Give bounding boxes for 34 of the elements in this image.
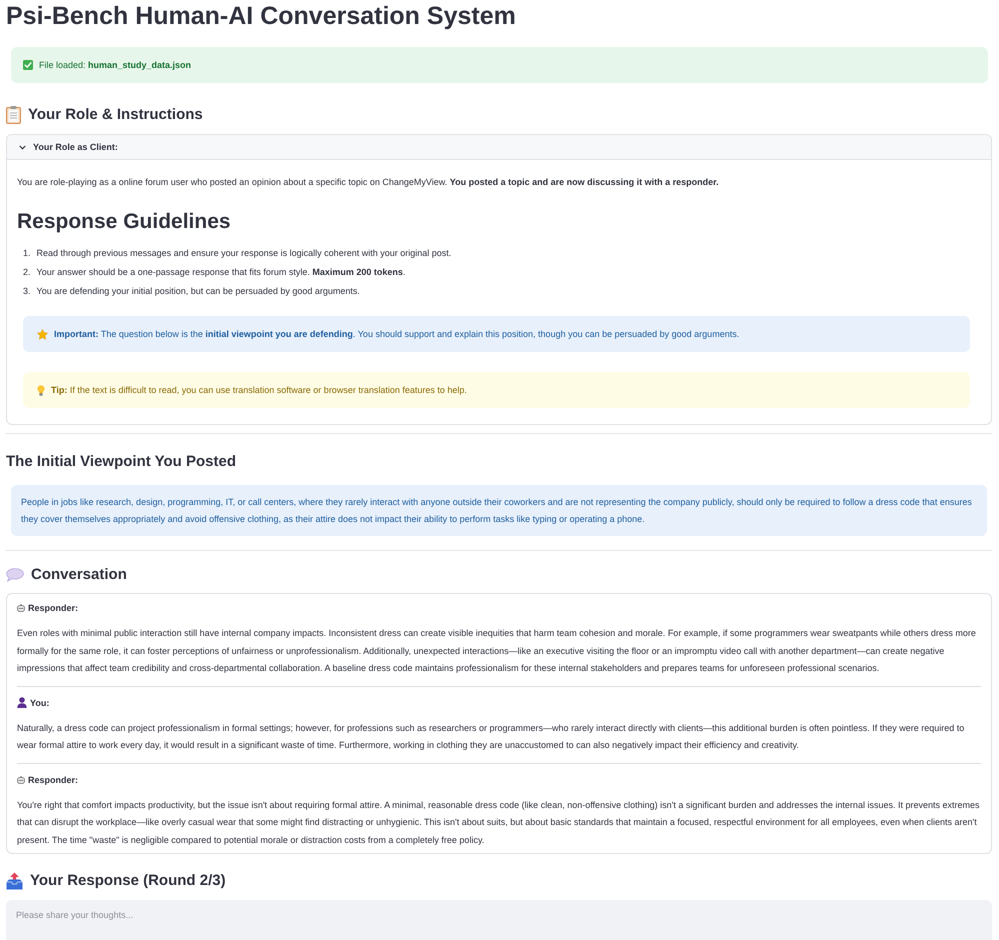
list-item-text: Your answer should be a one-passage response that fits forum style. Maximum 200 tokens. [36, 266, 406, 279]
message-text: Even roles with minimal public interaction still have internal company impacts. Inconsistent dress can create visible inequities that harm team cohesion and morale. For example, if some programmers wear sweatpants while others dress more formally for the same role, it can foster perceptions of unfairness or unprofessionalism. Additionally, unexpected interactions—like an executive visiting the floor or an impromptu video call with another department—can create negative impressions that affect team credibility and cross-departmental collaboration. A baseline dress code maintains professionalism for these internal stakeholders and prepares teams for unforeseen professional scenarios. [17, 627, 977, 675]
response-field[interactable]: Please share your thoughts... [6, 900, 992, 940]
list-number: 2. [23, 266, 31, 279]
speech-bubble-icon [6, 568, 24, 582]
list-item-text: Read through previous messages and ensure your response is logically coherent with your original post. [36, 247, 452, 260]
viewpoint-callout: People in jobs like research, design, programming, IT, or call centers, where they rarely interact with anyone outside their coworkers and are not representing the company publicly, should only be required to follow a dress code that ensures they cover themselves appropriately and avoid offensive clothing, as their attire does not impact their ability to perform tasks like typing or operating a phone. [11, 485, 987, 536]
list-number: 3. [23, 285, 31, 298]
alert-text: File loaded: human_study_data.json [39, 59, 192, 72]
person-icon [17, 697, 27, 708]
lightbulb-icon [37, 384, 45, 396]
tray-arrow-icon [6, 872, 23, 890]
callout-text: Tip: If the text is difficult to read, you can use translation software or browser translation features to help. [51, 384, 467, 397]
section-heading: The Initial Viewpoint You Posted [6, 452, 236, 472]
list-number: 1. [23, 247, 31, 260]
speaker-label: You: [30, 698, 50, 708]
checkbox-tick-icon [23, 60, 33, 70]
expander-header[interactable]: Your Role as Client: [7, 135, 991, 160]
clipboard-icon [6, 106, 21, 124]
list-item-text: You are defending your initial position, but can be persuaded by good arguments. [36, 285, 360, 298]
intro-text: You are role-playing as a online forum user who posted an opinion about a specific topic on ChangeMyView. You posted a topic and are now discussing it with a responder. [17, 176, 720, 189]
page-title: Psi-Bench Human-AI Conversation System [6, 1, 517, 32]
section-heading: Your Response (Round 2/3) [30, 871, 226, 891]
section-heading: Conversation [31, 565, 127, 585]
section-heading: Your Role & Instructions [28, 105, 203, 125]
speaker-label: Responder: [28, 774, 78, 784]
callout-text: Important: The question below is the initial viewpoint you are defending. You should support and explain this position, though you can be persuaded by good arguments. [54, 328, 740, 341]
message-text: You're right that comfort impacts productivity, but the issue isn't about requiring formal attire. A minimal, reasonable dress code (like clean, non-offensive clothing) isn't a significant burden and addresses the internal issues. It prevents extremes that can disrupt the workplace—like overly casual wear that some might find distracting or unhygienic. This isn't about suits, but about basic standards that maintain a focused, respectful environment for all employees, even when clients aren't present. The time "waste" is negligible compared to potential morale or distraction costs from a completely free policy. [17, 798, 980, 847]
guidelines-heading: Response Guidelines [17, 209, 232, 235]
robot-icon [17, 604, 25, 612]
star-icon [37, 328, 48, 340]
speaker-label: Responder: [28, 603, 78, 613]
message-text: Naturally, a dress code can project professionalism in formal settings; however, for professions such as researchers or programmers—who rarely interact directly with clients—this additional burden is often pointless. If they were required to wear formal attire to work every day, it would result in a significant waste of time. Furthermore, working in clothing they are unaccustomed to can also negatively impact their efficiency and creativity. [17, 722, 966, 752]
robot-icon [17, 776, 25, 784]
